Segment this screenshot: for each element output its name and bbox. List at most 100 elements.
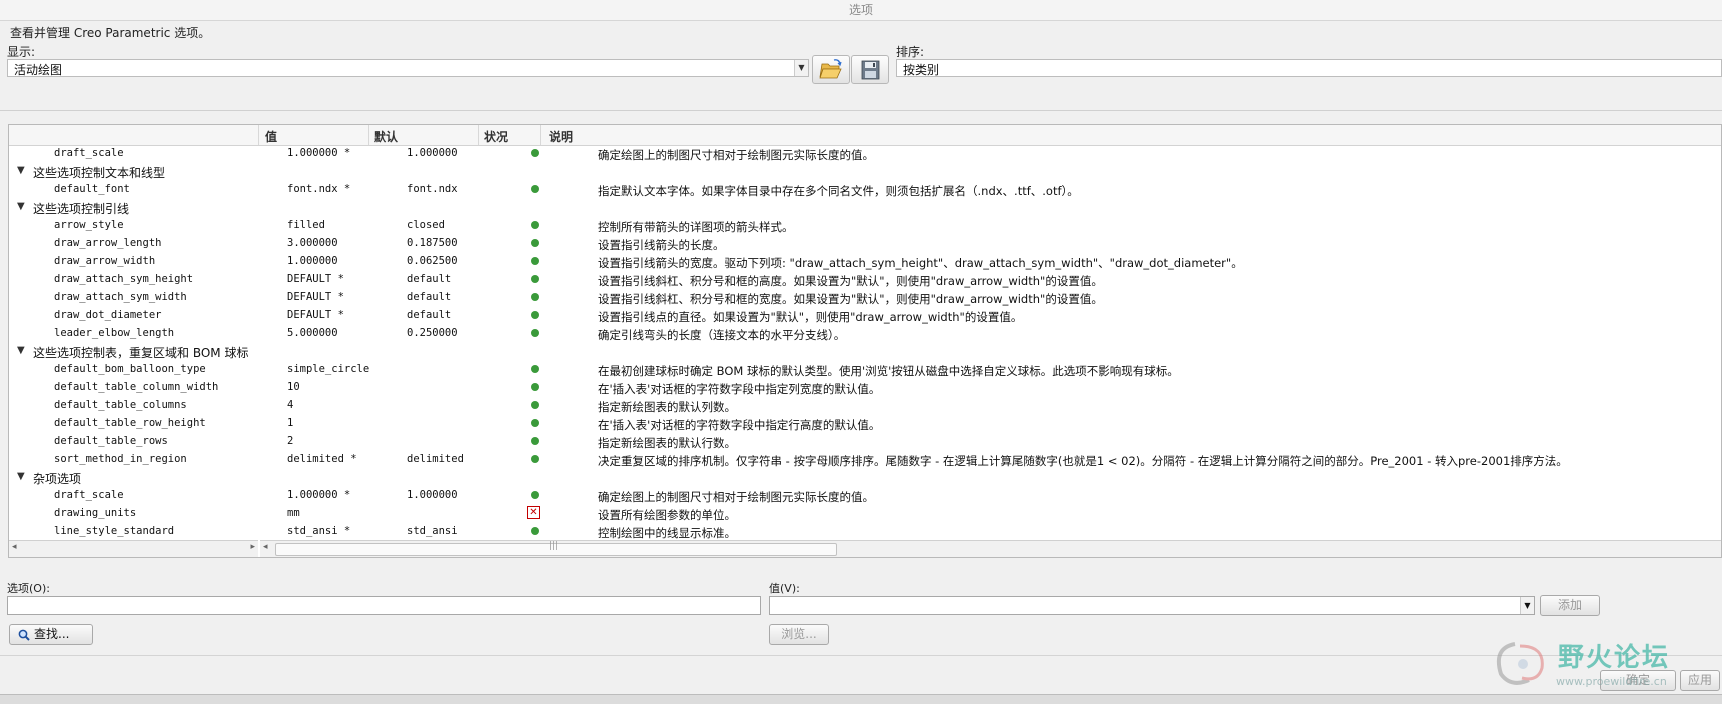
table-row[interactable]: default_table_column_width 10 在'插入表'对话框的字符…	[9, 379, 1721, 397]
option-name: draft_scale	[54, 147, 124, 159]
status-ok-icon	[531, 491, 539, 499]
value-input[interactable]: ▼	[769, 596, 1535, 615]
option-value: simple_circle	[287, 363, 370, 375]
open-config-button[interactable]	[812, 55, 850, 84]
option-description: 设置所有绘图参数的单位。	[598, 508, 736, 522]
option-description: 在'插入表'对话框的字符数字段中指定行高度的默认值。	[598, 418, 881, 432]
column-header-description[interactable]: 说明	[549, 128, 573, 145]
group-row[interactable]: ▼ 这些选项控制引线	[9, 199, 1721, 217]
sort-select[interactable]: 按类别	[896, 59, 1722, 77]
right-horizontal-scrollbar[interactable]: ◂ |||	[260, 540, 1721, 557]
option-value: font.ndx *	[287, 183, 351, 195]
browse-button[interactable]: 浏览...	[769, 624, 829, 645]
collapse-triangle-icon[interactable]: ▼	[17, 471, 25, 482]
divider	[0, 110, 1722, 111]
option-description: 确定绘图上的制图尺寸相对于绘制图元实际长度的值。	[598, 490, 874, 504]
option-description: 在'插入表'对话框的字符数字段中指定列宽度的默认值。	[598, 382, 881, 396]
option-default: default	[407, 291, 452, 303]
option-value: 4	[287, 399, 294, 411]
search-icon	[18, 629, 30, 641]
column-separator	[258, 125, 259, 145]
divider	[0, 655, 1722, 656]
option-value: 1.000000	[287, 255, 338, 267]
display-select[interactable]: 活动绘图 ▼	[7, 59, 809, 77]
table-row[interactable]: draft_scale 1.000000 * 1.000000 确定绘图上的制图尺寸相…	[9, 145, 1721, 163]
left-horizontal-scrollbar[interactable]: ◂ ▸	[9, 540, 258, 557]
option-default: 0.062500	[407, 255, 458, 267]
option-value: 5.000000	[287, 327, 338, 339]
group-row[interactable]: ▼ 这些选项控制文本和线型	[9, 163, 1721, 181]
scroll-left-icon[interactable]: ◂	[263, 542, 268, 552]
table-row[interactable]: drawing_units mm ✕ 设置所有绘图参数的单位。	[9, 505, 1721, 523]
chevron-down-icon[interactable]: ▼	[1520, 597, 1534, 614]
collapse-triangle-icon[interactable]: ▼	[17, 165, 25, 176]
options-table[interactable]: 值 默认 状况 说明 draft_scale 1.000000 * 1.000000…	[8, 124, 1722, 558]
scroll-right-icon[interactable]: ▸	[250, 542, 255, 552]
table-row[interactable]: default_table_columns 4 指定新绘图表的默认列数。	[9, 397, 1721, 415]
status-ok-icon	[531, 527, 539, 535]
option-description: 控制绘图中的线显示标准。	[598, 526, 736, 540]
add-button[interactable]: 添加	[1540, 595, 1600, 616]
option-input[interactable]	[7, 596, 761, 615]
collapse-triangle-icon[interactable]: ▼	[17, 201, 25, 212]
option-default: std_ansi	[407, 525, 458, 537]
table-row[interactable]: line_style_standard std_ansi * std_ansi 控制绘…	[9, 523, 1721, 540]
table-header: 值 默认 状况 说明	[9, 125, 1721, 146]
table-row[interactable]: sort_method_in_region delimited * delimite…	[9, 451, 1721, 469]
table-row[interactable]: leader_elbow_length 5.000000 0.250000 确定引线弯…	[9, 325, 1721, 343]
save-config-button[interactable]	[851, 55, 889, 84]
option-value: 1.000000 *	[287, 147, 351, 159]
option-description: 在最初创建球标时确定 BOM 球标的默认类型。使用'浏览'按钮从磁盘中选择自定义…	[598, 364, 1179, 378]
option-description: 设置指引线箭头的宽度。驱动下列项: "draw_attach_sym_heigh…	[598, 256, 1243, 270]
column-header-value[interactable]: 值	[265, 128, 277, 145]
collapse-triangle-icon[interactable]: ▼	[17, 345, 25, 356]
option-value: DEFAULT *	[287, 291, 344, 303]
table-row[interactable]: default_table_rows 2 指定新绘图表的默认行数。	[9, 433, 1721, 451]
option-value: 1	[287, 417, 294, 429]
option-default: 0.187500	[407, 237, 458, 249]
status-ok-icon	[531, 401, 539, 409]
column-separator	[478, 125, 479, 145]
table-row[interactable]: arrow_style filled closed 控制所有带箭头的详图项的箭头样式。	[9, 217, 1721, 235]
column-separator	[368, 125, 369, 145]
option-default: 0.250000	[407, 327, 458, 339]
column-header-default[interactable]: 默认	[374, 128, 398, 145]
column-header-status[interactable]: 状况	[484, 128, 508, 145]
table-row[interactable]: default_font font.ndx * font.ndx 指定默认文本字体。如…	[9, 181, 1721, 199]
option-description: 确定绘图上的制图尺寸相对于绘制图元实际长度的值。	[598, 148, 874, 162]
option-field-label: 选项(O):	[7, 582, 50, 595]
table-row[interactable]: default_table_row_height 1 在'插入表'对话框的字符数字段…	[9, 415, 1721, 433]
option-name: default_bom_balloon_type	[54, 363, 206, 375]
table-row[interactable]: default_bom_balloon_type simple_circle 在最初…	[9, 361, 1721, 379]
option-description: 控制所有带箭头的详图项的箭头样式。	[598, 220, 794, 234]
option-description: 设置指引线斜杠、积分号和框的高度。如果设置为"默认"，则使用"draw_arro…	[598, 274, 1103, 288]
find-button[interactable]: 查找...	[9, 624, 93, 645]
table-row[interactable]: draw_arrow_length 3.000000 0.187500 设置指引线箭头…	[9, 235, 1721, 253]
group-label: 这些选项控制表，重复区域和 BOM 球标	[33, 346, 249, 360]
option-description: 设置指引线箭头的长度。	[598, 238, 725, 252]
status-ok-icon	[531, 365, 539, 373]
status-ok-icon	[531, 239, 539, 247]
option-value: DEFAULT *	[287, 309, 344, 321]
option-name: drawing_units	[54, 507, 137, 519]
table-row[interactable]: draw_dot_diameter DEFAULT * default 设置指引线点的…	[9, 307, 1721, 325]
chevron-down-icon[interactable]: ▼	[794, 60, 808, 76]
table-row[interactable]: draft_scale 1.000000 * 1.000000 确定绘图上的制图尺寸相…	[9, 487, 1721, 505]
scroll-left-icon[interactable]: ◂	[12, 542, 17, 552]
table-row[interactable]: draw_arrow_width 1.000000 0.062500 设置指引线箭头的…	[9, 253, 1721, 271]
table-row[interactable]: draw_attach_sym_height DEFAULT * default 设置…	[9, 271, 1721, 289]
group-row[interactable]: ▼ 这些选项控制表，重复区域和 BOM 球标	[9, 343, 1721, 361]
status-ok-icon	[531, 257, 539, 265]
status-ok-icon	[531, 455, 539, 463]
table-row[interactable]: draw_attach_sym_width DEFAULT * default 设置指…	[9, 289, 1721, 307]
option-value: std_ansi *	[287, 525, 351, 537]
group-row[interactable]: ▼ 杂项选项	[9, 469, 1721, 487]
option-value: mm	[287, 507, 300, 519]
option-name: draw_arrow_width	[54, 255, 156, 267]
option-name: arrow_style	[54, 219, 124, 231]
column-separator	[540, 125, 541, 145]
status-ok-icon	[531, 437, 539, 445]
find-button-label: 查找...	[34, 627, 70, 641]
scrollbar-thumb[interactable]: |||	[275, 541, 837, 556]
option-name: sort_method_in_region	[54, 453, 187, 465]
